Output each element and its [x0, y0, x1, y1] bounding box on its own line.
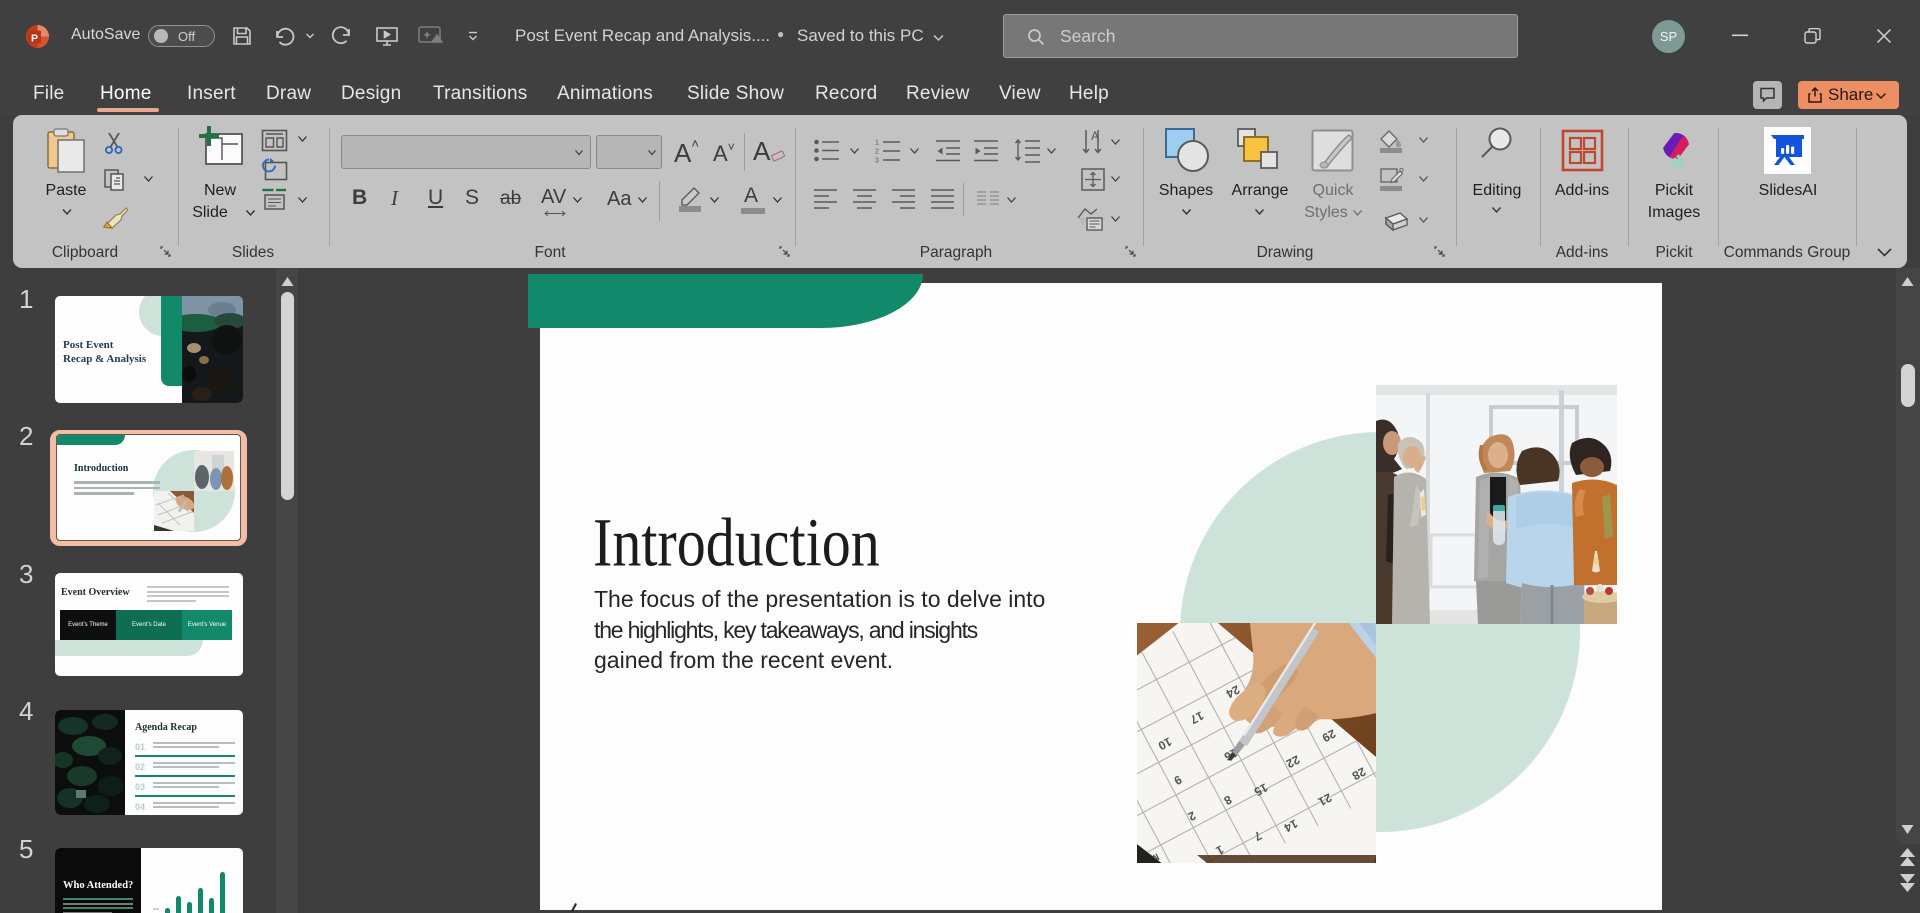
- svg-text:1: 1: [875, 140, 879, 147]
- svg-text:2: 2: [875, 149, 879, 156]
- svg-text:3: 3: [875, 158, 879, 165]
- svg-text:A: A: [1091, 129, 1099, 143]
- svg-text:P: P: [31, 33, 38, 45]
